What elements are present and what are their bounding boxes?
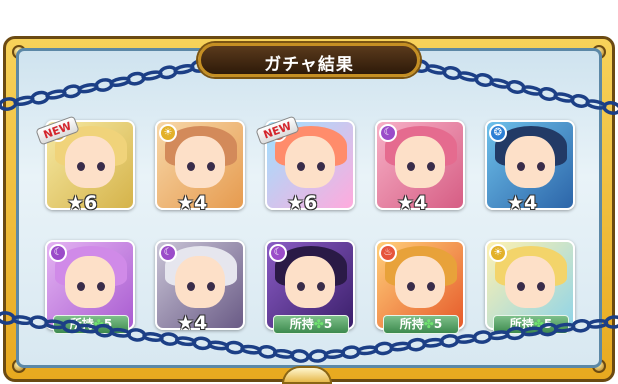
dark-element-icon: ☾ (49, 244, 67, 262)
owned-label: 所持 (289, 317, 314, 331)
rarity-stars: ★4 (397, 192, 428, 214)
owned-value: 5 (103, 317, 113, 331)
title-plate: ガチャ結果 (198, 43, 420, 77)
character-eye (77, 162, 85, 171)
character-portrait (395, 136, 445, 188)
clover-icon: ✤ (313, 317, 324, 331)
character-portrait (175, 136, 225, 188)
character-portrait (65, 256, 115, 308)
fire-element-icon: ♨ (379, 244, 397, 262)
character-eye (517, 162, 525, 171)
owned-label: 所持 (399, 317, 424, 331)
owned-value: 5 (543, 317, 553, 331)
character-portrait (285, 256, 335, 308)
owned-count-badge: 所持✤5 (53, 315, 129, 334)
character-eye (207, 282, 215, 291)
character-eye (427, 282, 435, 291)
character-eye (297, 162, 305, 171)
character-portrait (175, 256, 225, 308)
light-element-icon: ☀ (159, 124, 177, 142)
clover-icon: ✤ (423, 317, 434, 331)
character-eye (407, 282, 415, 291)
character-portrait (285, 136, 335, 188)
dark-element-icon: ☾ (159, 244, 177, 262)
dark-element-icon: ☾ (379, 124, 397, 142)
page-title: ガチャ結果 (264, 55, 354, 75)
character-portrait (395, 256, 445, 308)
owned-value: 5 (433, 317, 443, 331)
character-portrait (65, 136, 115, 188)
rarity-stars: ★4 (177, 192, 208, 214)
owned-value: 5 (323, 317, 333, 331)
character-eye (77, 282, 85, 291)
character-eye (187, 282, 195, 291)
owned-count-badge: 所持✤5 (273, 315, 349, 334)
water-element-icon: ❂ (489, 124, 507, 142)
character-eye (317, 162, 325, 171)
character-eye (97, 282, 105, 291)
character-eye (407, 162, 415, 171)
character-eye (517, 282, 525, 291)
light-element-icon: ☀ (489, 244, 507, 262)
character-portrait (505, 136, 555, 188)
character-eye (187, 162, 195, 171)
dark-element-icon: ☾ (269, 244, 287, 262)
character-portrait (505, 256, 555, 308)
clover-icon: ✤ (93, 317, 104, 331)
rarity-stars: ★6 (287, 192, 318, 214)
character-eye (427, 162, 435, 171)
owned-count-badge: 所持✤5 (493, 315, 569, 334)
character-eye (97, 162, 105, 171)
character-eye (297, 282, 305, 291)
rarity-stars: ★4 (507, 192, 538, 214)
rarity-stars: ★4 (177, 312, 208, 334)
owned-label: 所持 (509, 317, 534, 331)
clover-icon: ✤ (533, 317, 544, 331)
lock-icon (282, 366, 332, 384)
character-eye (207, 162, 215, 171)
character-eye (537, 282, 545, 291)
owned-label: 所持 (69, 317, 94, 331)
rarity-stars: ★6 (67, 192, 98, 214)
character-eye (317, 282, 325, 291)
character-eye (537, 162, 545, 171)
owned-count-badge: 所持✤5 (383, 315, 459, 334)
